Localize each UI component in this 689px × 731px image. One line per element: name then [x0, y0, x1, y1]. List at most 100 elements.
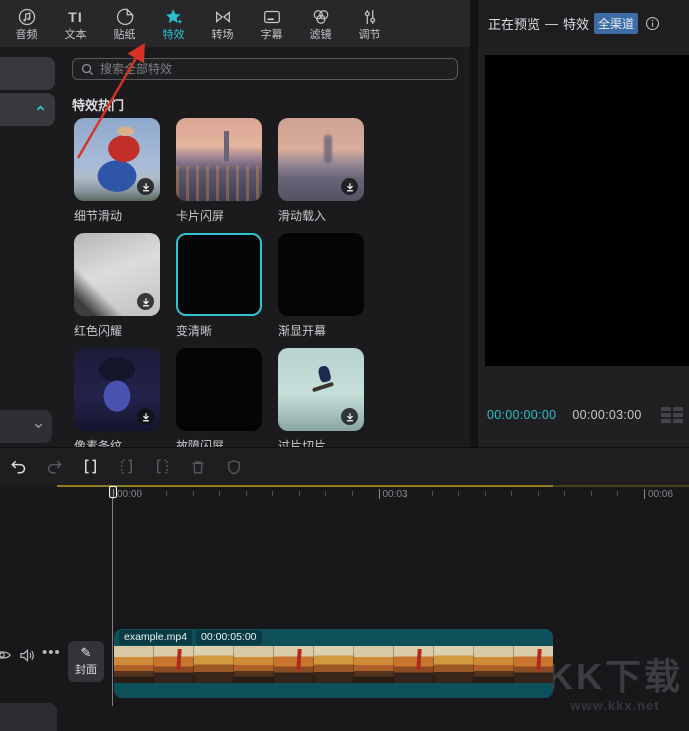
- ruler-tick-minor: [272, 491, 273, 496]
- effect-card[interactable]: 滑动载入: [278, 118, 364, 224]
- playhead-line: [112, 498, 113, 706]
- timeline-ruler[interactable]: 00:0000:0300:06: [0, 485, 689, 505]
- preview-panel: 正在预览 — 特效 全渠道 00:00:00:00 00:00:03:00: [478, 0, 689, 447]
- tab-label: 特效: [163, 29, 185, 41]
- search-input[interactable]: [100, 62, 449, 76]
- effect-card[interactable]: 像素条纹: [74, 348, 160, 447]
- top-toolbar: 音频 TI 文本 贴纸 特效: [0, 0, 470, 47]
- top-tab-audio[interactable]: 音频: [2, 2, 51, 46]
- transition-icon: [213, 7, 233, 27]
- info-icon[interactable]: [645, 16, 660, 31]
- delete-right-icon[interactable]: [152, 457, 172, 477]
- trash-icon[interactable]: [188, 457, 208, 477]
- download-icon[interactable]: [341, 408, 358, 425]
- total-timecode: 00:00:03:00: [572, 408, 641, 422]
- bottom-left-panel-stub[interactable]: [0, 703, 57, 731]
- effect-card-selected[interactable]: 变清晰: [176, 233, 262, 339]
- effect-card[interactable]: 卡片闪屏: [176, 118, 262, 224]
- collapsed-dropdown-stub[interactable]: [0, 410, 52, 443]
- top-tab-transitions[interactable]: 转场: [198, 2, 247, 46]
- delete-left-icon[interactable]: [116, 457, 136, 477]
- ruler-tick-minor: [405, 491, 406, 496]
- video-clip[interactable]: example.mp4 00:00:05:00: [114, 629, 553, 698]
- sticker-icon: [115, 7, 135, 27]
- preview-time-row: 00:00:00:00 00:00:03:00: [487, 407, 683, 423]
- ruler-tick-minor: [591, 491, 592, 496]
- filter-icon: [311, 7, 331, 27]
- track-visibility-eye-icon[interactable]: [0, 648, 11, 667]
- ruler-tick-major: [644, 489, 645, 499]
- effect-label: 滑动载入: [278, 207, 364, 224]
- download-icon[interactable]: [137, 408, 154, 425]
- ruler-tick-minor: [617, 491, 618, 496]
- ruler-tick-minor: [352, 491, 353, 496]
- effect-thumbnail: [74, 348, 160, 431]
- track-more-icon[interactable]: •••: [42, 644, 61, 661]
- effects-panel: 特效热门 细节滑动 卡片闪屏 滑动载入: [0, 47, 470, 447]
- effect-label: 红色闪耀: [74, 322, 160, 339]
- effect-track-line-dim: [553, 485, 689, 487]
- sidebar-category-stub-active[interactable]: [0, 93, 55, 126]
- track-mute-speaker-icon[interactable]: [19, 648, 36, 668]
- video-editor-window: 音频 TI 文本 贴纸 特效: [0, 0, 689, 731]
- top-tab-effects[interactable]: 特效: [149, 2, 198, 46]
- clip-frame: [234, 646, 274, 683]
- search-icon: [81, 63, 94, 76]
- top-tab-sticker[interactable]: 贴纸: [100, 2, 149, 46]
- preview-title: 正在预览: [488, 14, 540, 33]
- download-icon[interactable]: [341, 178, 358, 195]
- top-tab-text[interactable]: TI 文本: [51, 2, 100, 46]
- timeline-section: 00:0000:0300:06 ••• ✎ 封面 KK下载 www.kkx.ne…: [0, 447, 689, 731]
- ruler-tick-minor: [564, 491, 565, 496]
- undo-icon[interactable]: [8, 457, 28, 477]
- adjust-sliders-icon: [360, 7, 380, 27]
- effect-card[interactable]: 渐显开幕: [278, 233, 364, 339]
- preview-scale-grid-icon[interactable]: [661, 407, 683, 423]
- download-icon[interactable]: [137, 178, 154, 195]
- effect-label: 变清晰: [176, 322, 262, 339]
- cover-button[interactable]: ✎ 封面: [68, 641, 104, 682]
- split-icon[interactable]: [80, 457, 100, 477]
- ruler-tick-minor: [140, 491, 141, 496]
- effect-card[interactable]: 红色闪耀: [74, 233, 160, 339]
- effect-thumbnail: [278, 233, 364, 316]
- panel-divider: [470, 0, 478, 447]
- effect-thumbnail: [74, 233, 160, 316]
- effect-track-line: [57, 485, 553, 487]
- effect-card[interactable]: 过片切片: [278, 348, 364, 447]
- top-tab-filters[interactable]: 滤镜: [296, 2, 345, 46]
- watermark-url: www.kkx.net: [540, 698, 689, 713]
- playhead-handle[interactable]: [109, 486, 117, 498]
- top-tab-adjust[interactable]: 调节: [345, 2, 394, 46]
- clip-frame: [514, 646, 553, 683]
- clip-duration: 00:00:05:00: [196, 630, 261, 645]
- ruler-tick-major: [379, 489, 380, 499]
- clip-frame: [274, 646, 314, 683]
- clip-frame: [394, 646, 434, 683]
- effect-label: 故障闪屏: [176, 437, 262, 447]
- watermark: KK下载 www.kkx.net: [540, 658, 689, 713]
- preview-header: 正在预览 — 特效 全渠道: [478, 0, 689, 47]
- top-tab-subtitles[interactable]: 字幕: [247, 2, 296, 46]
- download-icon[interactable]: [137, 293, 154, 310]
- redo-icon[interactable]: [44, 457, 64, 477]
- effect-label: 像素条纹: [74, 437, 160, 447]
- clip-footer: [114, 683, 553, 698]
- clip-frames: [114, 646, 553, 683]
- sidebar-category-stub[interactable]: [0, 57, 55, 90]
- effect-thumbnail: [176, 118, 262, 201]
- mask-shield-icon[interactable]: [224, 457, 244, 477]
- current-timecode: 00:00:00:00: [487, 408, 556, 422]
- ruler-tick-minor: [193, 491, 194, 496]
- effect-thumbnail: [176, 348, 262, 431]
- ruler-tick-minor: [325, 491, 326, 496]
- effect-card[interactable]: 故障闪屏: [176, 348, 262, 447]
- ruler-tick-minor: [166, 491, 167, 496]
- timeline-toolbar: [0, 448, 689, 485]
- ruler-time-label: 00:06: [648, 489, 673, 500]
- cover-button-label: 封面: [75, 661, 97, 677]
- clip-header: example.mp4 00:00:05:00: [114, 629, 553, 646]
- subtitles-icon: [262, 7, 282, 27]
- effect-card[interactable]: 细节滑动: [74, 118, 160, 224]
- effect-thumbnail: [278, 118, 364, 201]
